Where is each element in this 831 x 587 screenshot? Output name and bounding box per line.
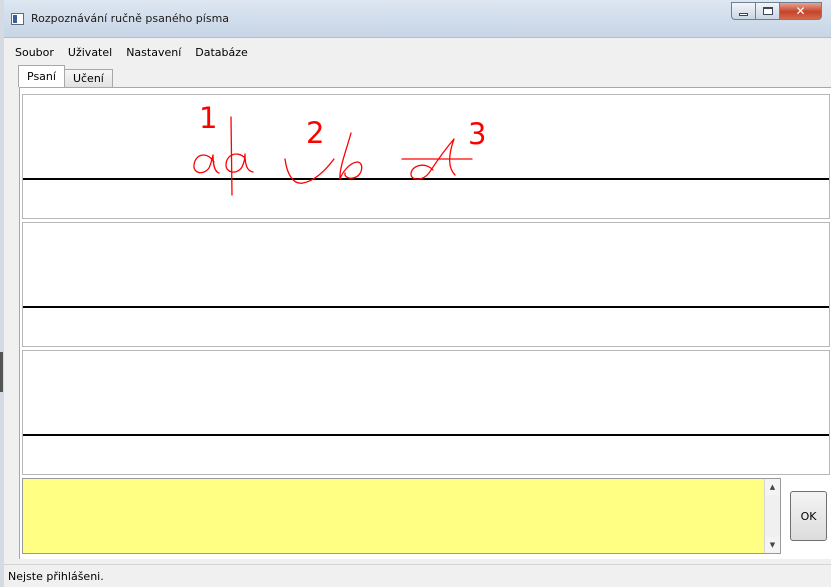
maximize-icon: [762, 7, 773, 15]
scroll-down-arrow-icon[interactable]: ▼: [765, 537, 780, 553]
menu-uzivatel[interactable]: Uživatel: [60, 46, 118, 59]
annotation-1: 1: [199, 101, 217, 135]
window-title: Rozpoznávání ručně psaného písma: [31, 12, 230, 25]
writing-panel-1[interactable]: 1 2 3: [22, 94, 830, 219]
handwriting-layer: 1 2 3: [193, 101, 486, 196]
app-icon[interactable]: [11, 13, 24, 25]
ink-stroke-a1: [193, 154, 220, 174]
tab-uceni[interactable]: Učení: [64, 69, 113, 87]
recognized-text-input[interactable]: [23, 479, 764, 553]
close-button[interactable]: ✕: [780, 2, 822, 20]
ink-stroke-tick: [284, 158, 335, 184]
maximize-button[interactable]: [756, 2, 780, 20]
writing-baseline: [23, 306, 829, 308]
annotation-3: 3: [468, 117, 486, 151]
writing-baseline: [23, 434, 829, 436]
ink-stroke-b: [339, 132, 363, 180]
tab-psani[interactable]: Psaní: [18, 65, 65, 87]
writing-panel-2[interactable]: [22, 222, 830, 347]
recognized-text-box: ▲ ▼: [22, 478, 781, 554]
vertical-scrollbar[interactable]: ▲ ▼: [764, 479, 780, 553]
ink-stroke-a2: [225, 153, 254, 173]
scroll-up-arrow-icon[interactable]: ▲: [765, 479, 780, 495]
minimize-button[interactable]: [731, 2, 756, 20]
minimize-icon: [739, 12, 748, 16]
status-bar: Nejste přihlášeni.: [4, 564, 831, 587]
menu-nastaveni[interactable]: Nastavení: [118, 46, 187, 59]
close-icon: ✕: [795, 4, 806, 18]
ok-button[interactable]: OK: [790, 491, 827, 541]
title-bar[interactable]: Rozpoznávání ručně psaného písma ✕: [4, 0, 831, 38]
menu-databaze[interactable]: Databáze: [187, 46, 254, 59]
annotation-2: 2: [306, 116, 324, 150]
status-text: Nejste přihlášeni.: [8, 570, 104, 583]
app-window: Rozpoznávání ručně psaného písma ✕ Soubo…: [4, 0, 831, 587]
window-controls: ✕: [731, 2, 822, 20]
tab-bar: Psaní Učení: [18, 65, 113, 87]
menu-soubor[interactable]: Soubor: [4, 46, 60, 59]
left-edge-mark: [0, 352, 3, 392]
menu-bar: Soubor Uživatel Nastavení Databáze: [4, 43, 831, 61]
writing-panel-3[interactable]: [22, 350, 830, 475]
